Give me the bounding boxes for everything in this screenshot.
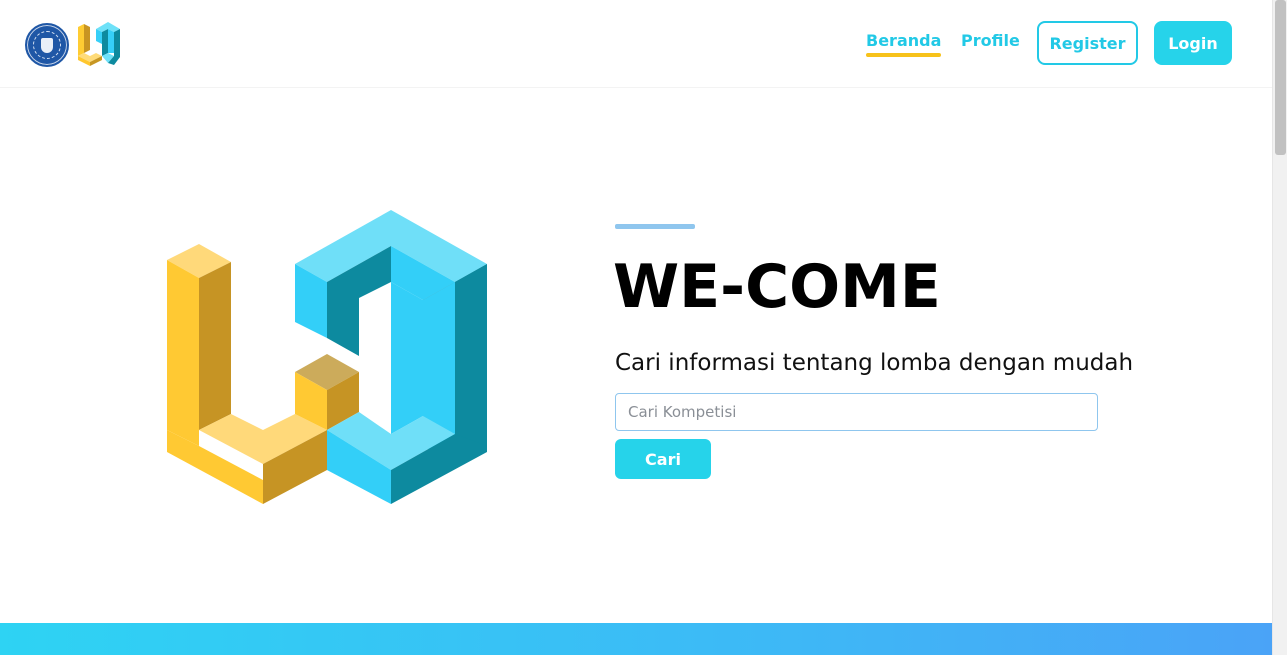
top-navbar: Beranda Profile Register Login	[0, 0, 1272, 88]
hero-subtitle: Cari informasi tentang lomba dengan muda…	[615, 350, 1134, 376]
nav-link-profile[interactable]: Profile	[961, 31, 1020, 50]
next-section-band	[0, 623, 1272, 655]
page: Beranda Profile Register Login WE-COME C…	[0, 0, 1272, 655]
search-button[interactable]: Cari	[615, 439, 711, 479]
login-button[interactable]: Login	[1154, 21, 1232, 65]
vertical-scrollbar[interactable]	[1272, 0, 1287, 655]
nav-link-beranda[interactable]: Beranda	[866, 31, 942, 57]
hero-accent-line	[615, 224, 695, 229]
register-button[interactable]: Register	[1037, 21, 1138, 65]
university-seal-logo[interactable]	[25, 23, 69, 67]
wecome-small-logo[interactable]	[76, 19, 122, 67]
wecome-hero-logo	[167, 210, 487, 504]
scrollbar-thumb[interactable]	[1275, 0, 1286, 155]
search-competition-input[interactable]	[615, 393, 1098, 431]
hero-title: WE-COME	[613, 252, 941, 322]
